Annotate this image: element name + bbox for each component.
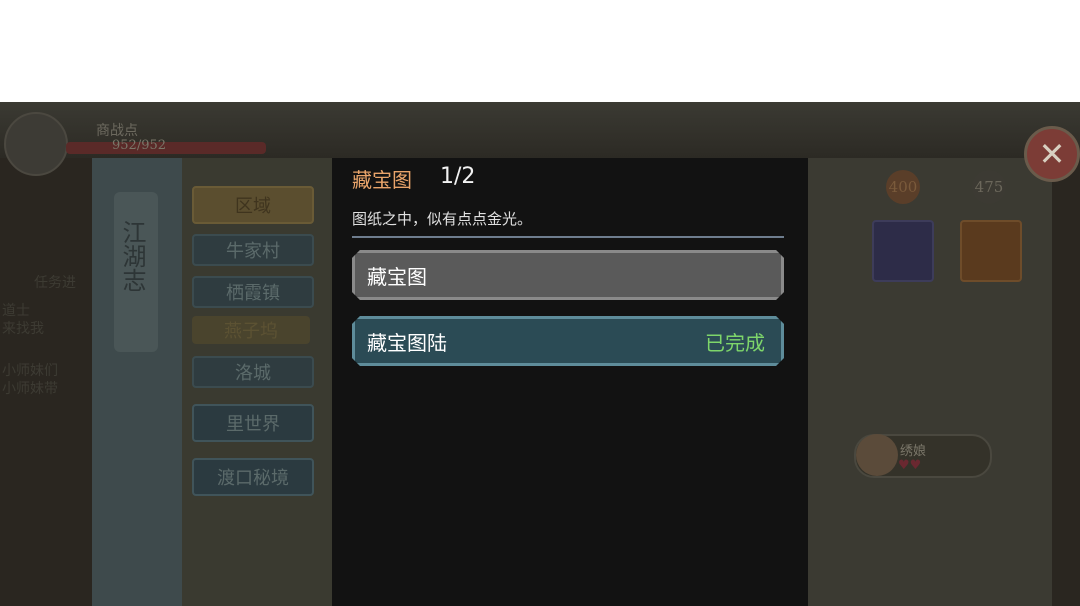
completed-status: 已完成 (705, 330, 765, 355)
reward-item-icon[interactable] (960, 220, 1022, 282)
dialog-description: 图纸之中，似有点点金光。 (352, 210, 533, 228)
reward-check-icon[interactable] (872, 220, 934, 282)
treasure-map-option[interactable]: 藏宝图 (352, 250, 784, 300)
dialog-count: 1/2 (440, 164, 476, 189)
treasure-map-lu-option[interactable]: 藏宝图陆 已完成 (352, 316, 784, 366)
character-avatar (856, 434, 898, 476)
character-name: 绣娘 (900, 444, 927, 459)
side-text: 任务进 (34, 275, 76, 291)
region-header-tab[interactable]: 区域 (192, 186, 314, 224)
progress-mark: 475 (972, 170, 1006, 204)
side-text: 道士 (2, 303, 30, 319)
dialog-divider (352, 236, 784, 238)
player-avatar (4, 112, 68, 176)
option-label: 藏宝图 (367, 264, 427, 289)
region-tab-yanziwu[interactable]: 燕子坞 (192, 316, 310, 344)
side-text: 小师妹带 (2, 381, 58, 397)
heart-icon: ♥♥ (898, 458, 922, 473)
progress-mark: 400 (886, 170, 920, 204)
region-tab-luocheng[interactable]: 洛城 (192, 356, 314, 388)
side-text: 来找我 (2, 321, 44, 337)
region-tab-niujiacun[interactable]: 牛家村 (192, 234, 314, 266)
option-label: 藏宝图陆 (367, 330, 447, 355)
region-tab-lishijie[interactable]: 里世界 (192, 404, 314, 442)
region-tab-dukou[interactable]: 渡口秘境 (192, 458, 314, 496)
jianghu-title: 江湖志 (118, 220, 146, 292)
side-text: 小师妹们 (2, 363, 58, 379)
dialog-title: 藏宝图 (352, 168, 412, 192)
region-tab-qixiazhen[interactable]: 栖霞镇 (192, 276, 314, 308)
hp-value: 952/952 (112, 138, 167, 153)
hp-label: 商战点 (96, 123, 138, 139)
close-button[interactable]: ✕ (1024, 126, 1080, 182)
